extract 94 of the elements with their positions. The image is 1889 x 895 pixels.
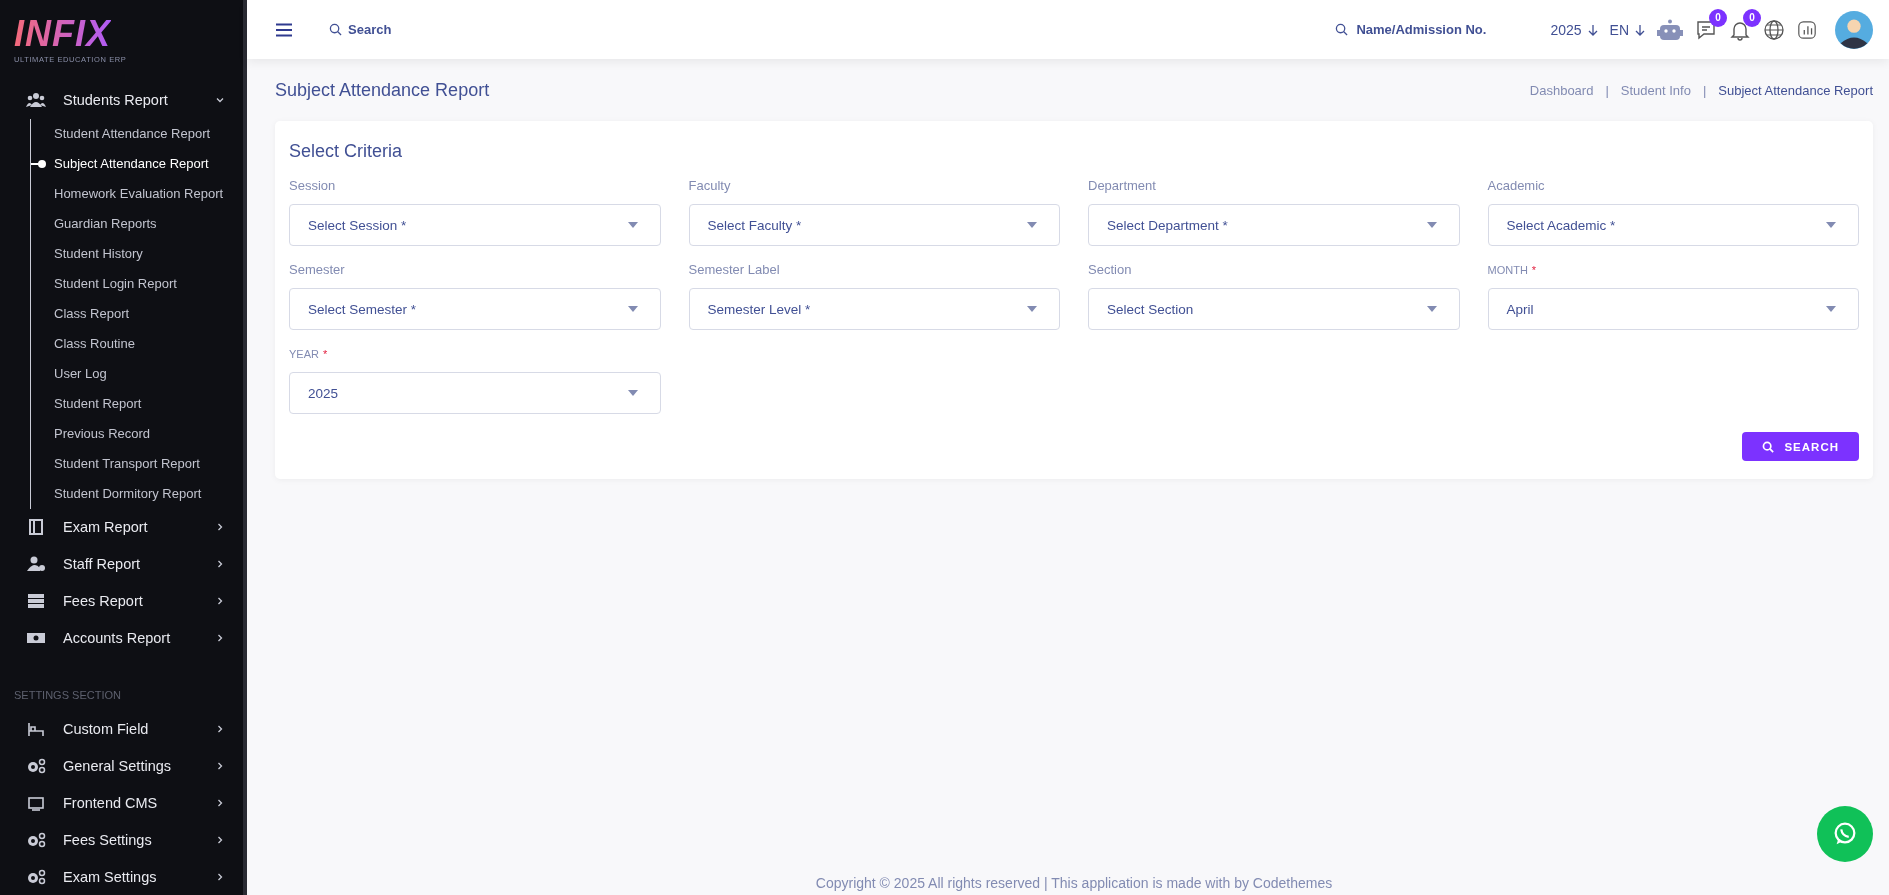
breadcrumb-separator: | xyxy=(1605,82,1609,98)
gears-icon xyxy=(26,757,46,774)
chart-icon[interactable] xyxy=(1797,19,1817,40)
field-label: MONTH * xyxy=(1487,263,1538,277)
arrow-down-icon xyxy=(1587,23,1598,36)
sidebar-item[interactable]: Exam Report xyxy=(0,508,243,546)
sidebar-subitem[interactable]: Student Attendance Report xyxy=(31,118,243,149)
sidebar-item[interactable]: Frontend CMS xyxy=(0,784,243,822)
gears-icon xyxy=(26,868,46,885)
caret-down-icon xyxy=(627,222,638,228)
search-icon xyxy=(329,23,342,36)
people-icon xyxy=(26,92,46,109)
sidebar-subitem[interactable]: User Log xyxy=(31,358,243,389)
sidebar-subitem[interactable]: Student Login Report xyxy=(31,268,243,299)
chevron-right-icon xyxy=(215,724,225,734)
required-mark: * xyxy=(1531,264,1537,276)
caret-down-icon xyxy=(627,390,638,396)
sidebar-item[interactable]: Custom Field xyxy=(0,710,243,748)
caret-down-icon xyxy=(627,306,638,312)
year-selector[interactable]: 2025 xyxy=(1550,21,1598,38)
sidebar-item[interactable]: General Settings xyxy=(0,747,243,785)
select-field[interactable]: Select Section xyxy=(1088,288,1460,330)
search-icon xyxy=(1762,440,1775,453)
caret-down-icon xyxy=(1826,306,1836,312)
sidebar-subitem[interactable]: Guardian Reports xyxy=(31,208,243,239)
page-title: Subject Attendance Report xyxy=(275,79,490,101)
sidebar-item[interactable]: Fees Report xyxy=(0,582,243,620)
sidebar-item[interactable]: Staff Report xyxy=(0,545,243,583)
caret-down-icon xyxy=(1027,306,1037,312)
caret-down-icon xyxy=(1426,222,1437,228)
field-label: Department xyxy=(1088,178,1157,193)
sidebar-subitem[interactable]: Class Routine xyxy=(31,328,243,359)
search-button[interactable]: Search xyxy=(329,22,392,37)
required-mark: * xyxy=(322,348,328,360)
field-label: Semester Label xyxy=(688,262,781,277)
sidebar-subitem[interactable]: Student Report xyxy=(31,388,243,419)
gears-icon xyxy=(26,831,46,848)
breadcrumb-separator: | xyxy=(1702,82,1707,98)
globe-icon[interactable] xyxy=(1763,18,1785,41)
card-title: Select Criteria xyxy=(289,141,404,162)
avatar-icon[interactable] xyxy=(1835,10,1873,49)
count-badge: 0 xyxy=(1709,8,1727,27)
robot-icon[interactable] xyxy=(1657,18,1683,41)
field-label: Semester xyxy=(289,262,346,277)
select-field[interactable]: April xyxy=(1487,288,1859,330)
chevron-right-icon xyxy=(215,559,225,570)
chevron-right-icon xyxy=(215,522,225,533)
select-field[interactable]: 2025 xyxy=(289,372,661,414)
field-label: Session xyxy=(289,178,337,193)
search-icon xyxy=(1335,23,1349,36)
user-tag-icon xyxy=(26,556,46,573)
chevron-right-icon xyxy=(215,797,225,808)
count-badge: 0 xyxy=(1743,8,1761,27)
select-field[interactable]: Select Academic * xyxy=(1487,204,1859,246)
breadcrumb-link[interactable]: Subject Attendance Report xyxy=(1718,82,1873,98)
book-icon xyxy=(26,519,46,536)
caret-down-icon xyxy=(1426,306,1437,312)
sidebar-subitem[interactable]: Homework Evaluation Report xyxy=(31,178,243,209)
search-button[interactable]: SEARCH xyxy=(1742,432,1859,461)
bed-icon xyxy=(26,721,46,737)
language-selector[interactable]: EN xyxy=(1609,21,1645,38)
monitor-icon xyxy=(26,794,46,811)
sidebar-item[interactable]: Accounts Report xyxy=(0,619,243,657)
menu-icon[interactable] xyxy=(275,22,293,37)
caret-down-icon xyxy=(1027,222,1037,228)
chevron-right-icon xyxy=(215,596,225,607)
select-field[interactable]: Select Session * xyxy=(289,204,661,246)
field-label: Academic xyxy=(1487,178,1546,193)
select-field[interactable]: Select Department * xyxy=(1088,204,1460,246)
sidebar-subitem[interactable]: Class Report xyxy=(31,298,243,329)
chevron-right-icon xyxy=(215,834,225,845)
field-label: YEAR * xyxy=(289,347,329,361)
select-field[interactable]: Select Semester * xyxy=(289,288,661,330)
sidebar-item[interactable]: Fees Settings xyxy=(0,821,243,859)
section-heading: SETTINGS SECTION xyxy=(13,687,122,703)
chevron-right-icon xyxy=(215,760,225,771)
caret-down-icon xyxy=(1826,222,1836,228)
sidebar-subitem[interactable]: Previous Record xyxy=(31,418,243,449)
field-label: Faculty xyxy=(688,178,732,193)
field-label: Section xyxy=(1088,262,1133,277)
sidebar-subitem[interactable]: Subject Attendance Report xyxy=(31,148,243,179)
arrow-down-icon xyxy=(1635,23,1645,36)
select-field[interactable]: Semester Level * xyxy=(688,288,1060,330)
sidebar-item[interactable]: Students Report xyxy=(0,82,243,119)
sidebar-subitem[interactable]: Student Dormitory Report xyxy=(31,478,243,509)
copyright-text: Copyright © 2025 All rights reserved | This application is made with by Codethemes xyxy=(814,875,1334,893)
chat-icon[interactable] xyxy=(1695,18,1717,41)
sidebar-item[interactable]: Exam Settings xyxy=(0,858,243,895)
chevron-right-icon xyxy=(215,633,225,644)
sidebar-subitem[interactable]: Student History xyxy=(31,238,243,269)
chevron-right-icon xyxy=(215,871,225,882)
sidebar-subitem[interactable]: Student Transport Report xyxy=(31,448,243,479)
select-field[interactable]: Select Faculty * xyxy=(688,204,1060,246)
server-icon xyxy=(26,593,46,610)
